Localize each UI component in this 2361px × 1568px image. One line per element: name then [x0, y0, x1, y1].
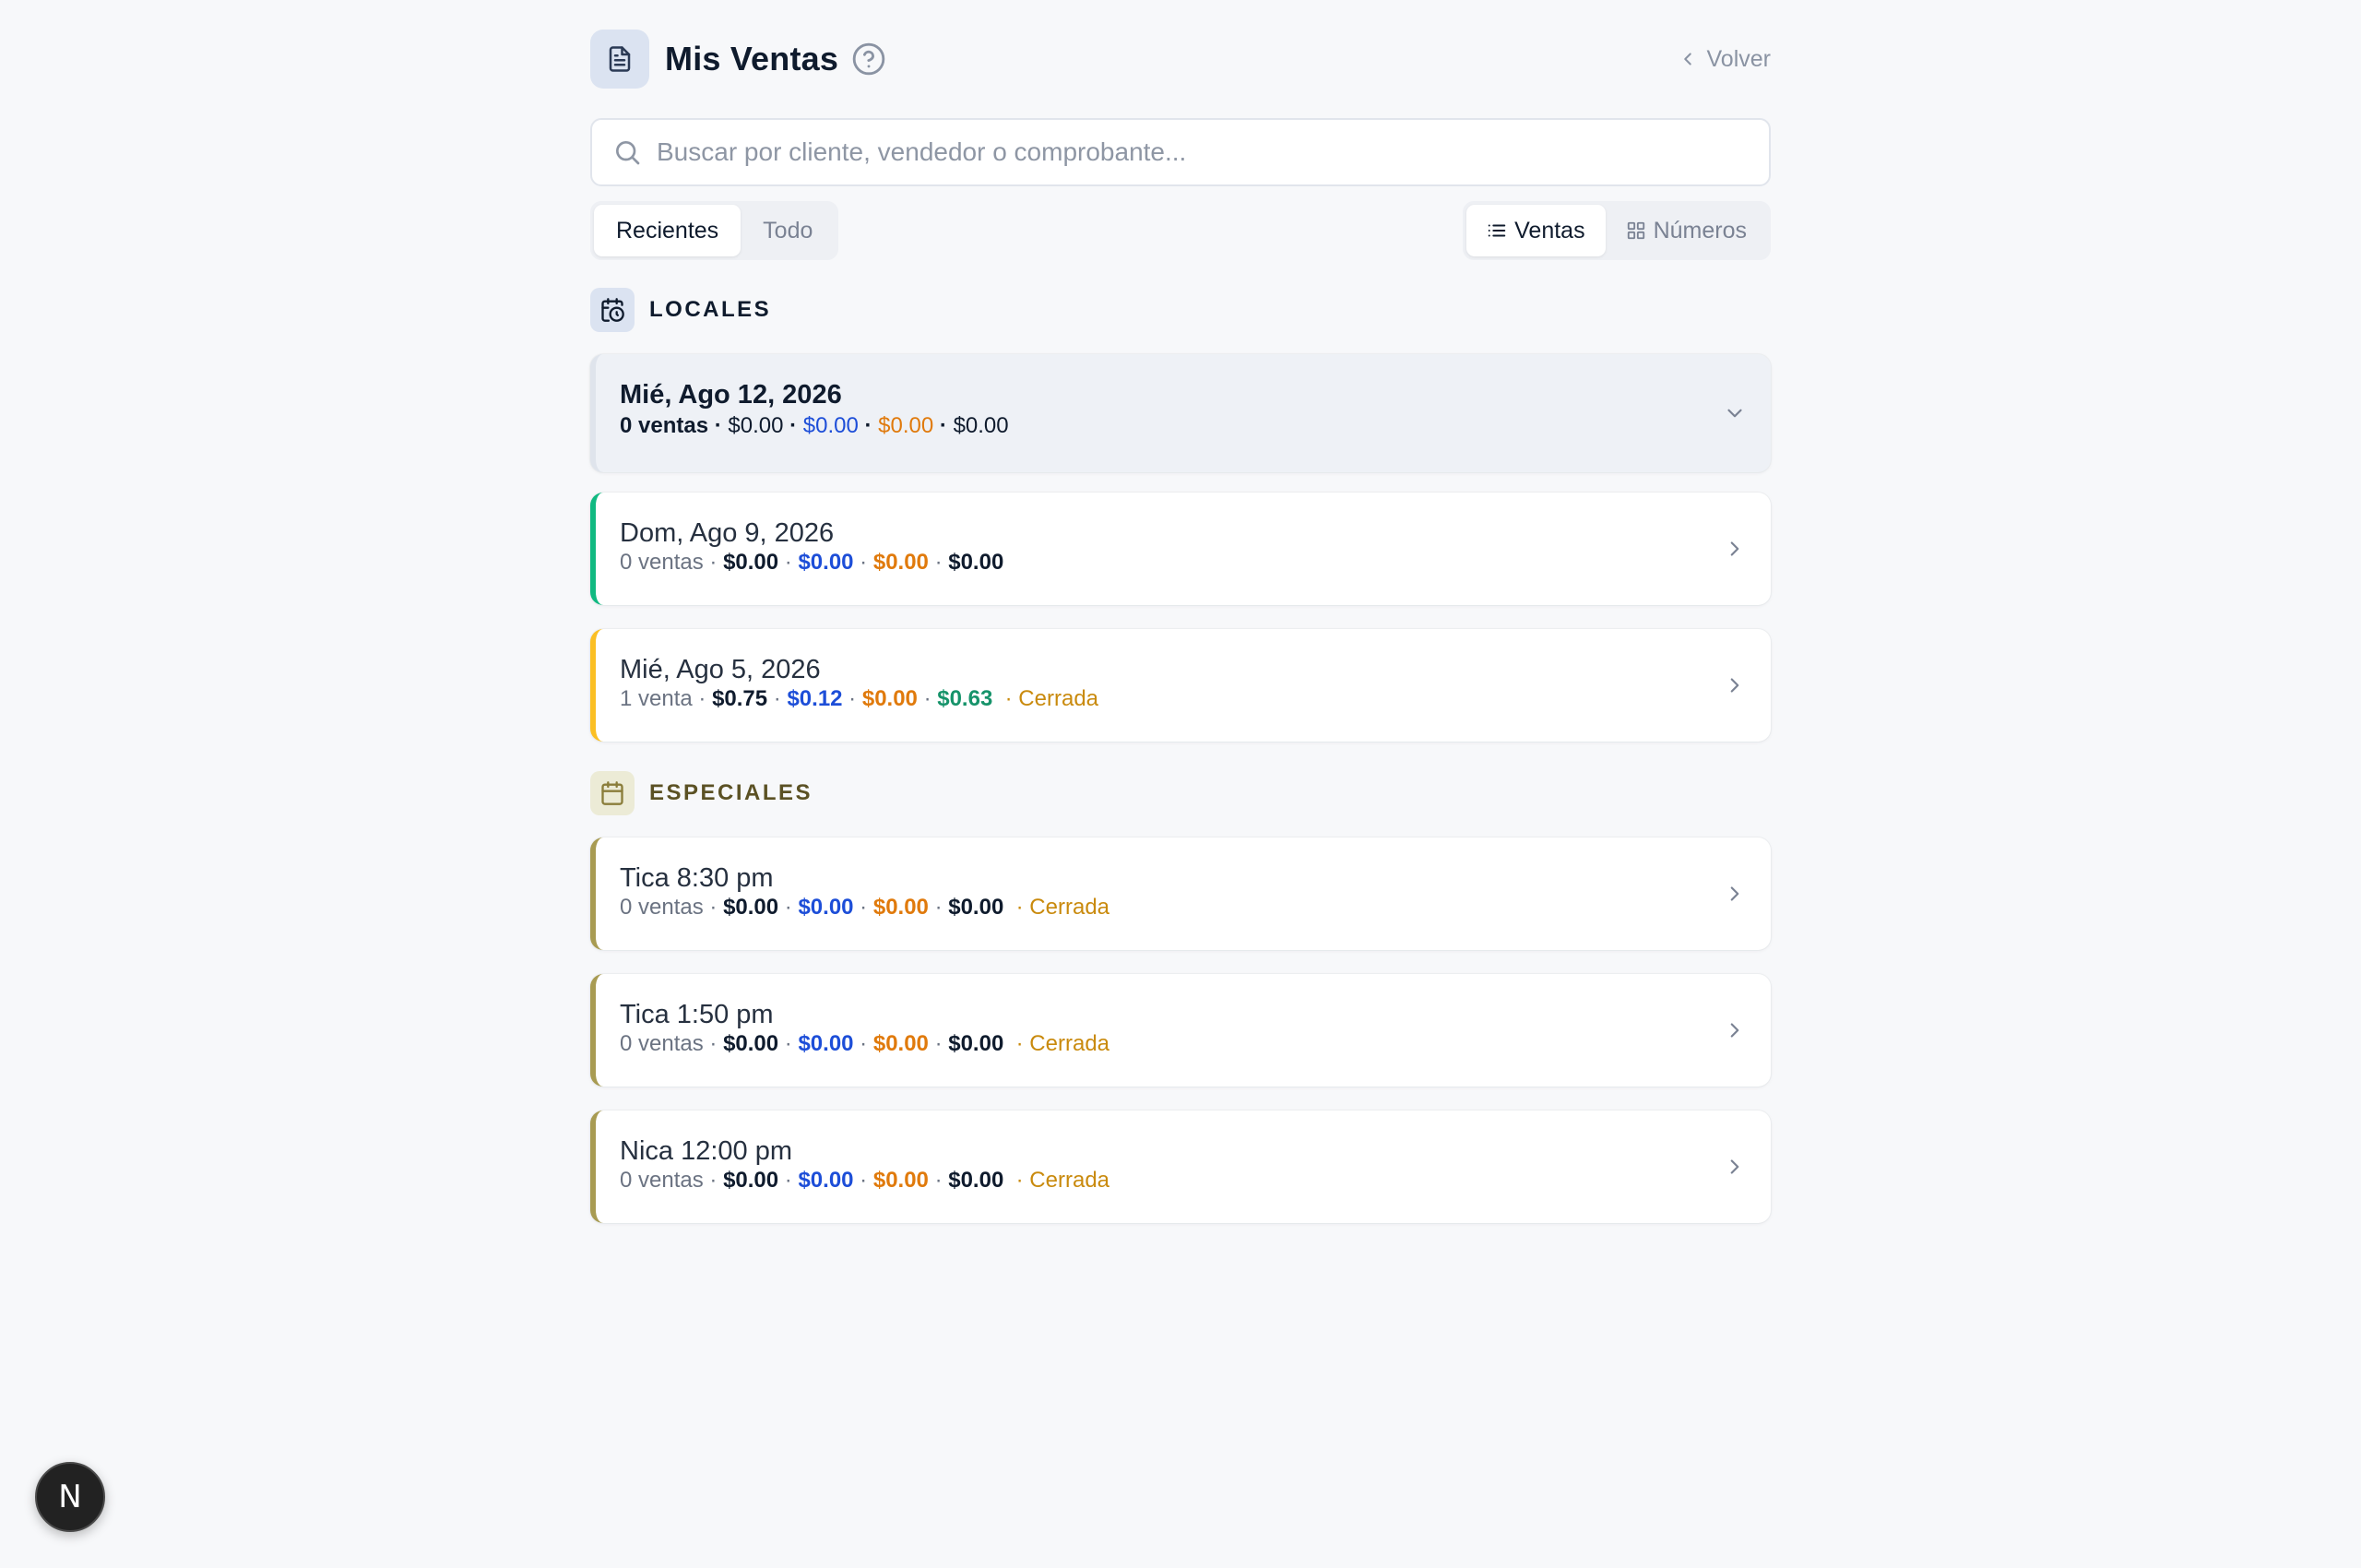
toggle-bar: Recientes Todo Ventas Números: [590, 201, 1771, 260]
card-stats: 0 ventas · $0.00 · $0.00 · $0.00 · $0.00: [620, 550, 1004, 575]
calendar-icon: [590, 771, 635, 815]
orange-amount: $0.00: [872, 1168, 929, 1193]
main-container: Mis Ventas Volver Recientes Todo: [590, 30, 1771, 1223]
orange-amount: $0.00: [878, 413, 934, 438]
sale-count: 1 venta: [620, 686, 693, 711]
status-badge: · Cerrada: [1015, 1031, 1110, 1056]
card-title: Dom, Ago 9, 2026: [620, 518, 835, 548]
search-input[interactable]: [655, 137, 1769, 168]
section-label: ESPECIALES: [649, 780, 813, 805]
period-toggle: Recientes Todo: [590, 201, 839, 260]
tab-recientes[interactable]: Recientes: [594, 205, 742, 256]
card-stats: 0 ventas · $0.00 · $0.00 · $0.00 · $0.00…: [620, 895, 1110, 920]
orange-amount: $0.00: [872, 1031, 929, 1056]
special-draw-card[interactable]: Tica 1:50 pm 0 ventas · $0.00 · $0.00 · …: [590, 974, 1771, 1087]
net-amount: $0.00: [948, 1031, 1004, 1056]
chevron-right-icon[interactable]: [1723, 1155, 1747, 1179]
section-locales-header: LOCALES: [590, 288, 1771, 332]
card-stats: 0 ventas · $0.00 · $0.00 · $0.00 · $0.00…: [620, 1168, 1110, 1193]
net-amount: $0.00: [948, 895, 1004, 920]
total-amount: $0.00: [723, 1031, 779, 1056]
sale-count: 0 ventas: [620, 550, 704, 575]
document-icon: [590, 30, 649, 89]
card-title: Tica 8:30 pm: [620, 863, 774, 893]
blue-amount: $0.00: [798, 1031, 854, 1056]
card-stats: 1 venta · $0.75 · $0.12 · $0.00 · $0.63 …: [620, 686, 1099, 711]
view-numeros-label: Números: [1653, 217, 1747, 244]
card-title: Mié, Ago 5, 2026: [620, 655, 821, 684]
orange-amount: $0.00: [872, 895, 929, 920]
blue-amount: $0.00: [798, 550, 854, 575]
sale-count: 0 ventas: [620, 1031, 704, 1056]
view-toggle: Ventas Números: [1463, 201, 1771, 260]
blue-amount: $0.00: [802, 413, 859, 438]
calendar-clock-icon: [590, 288, 635, 332]
total-amount: $0.00: [723, 1168, 779, 1193]
search-bar: [590, 118, 1771, 186]
status-badge: · Cerrada: [1015, 895, 1110, 920]
view-ventas-label: Ventas: [1514, 217, 1585, 244]
search-icon: [612, 137, 642, 167]
chevron-down-icon[interactable]: [1723, 401, 1747, 425]
blue-amount: $0.00: [798, 1168, 854, 1193]
view-ventas-button[interactable]: Ventas: [1466, 205, 1606, 256]
sale-count: 0 ventas: [620, 1168, 704, 1193]
card-title: Mié, Ago 12, 2026: [620, 380, 842, 410]
card-title: Tica 1:50 pm: [620, 1000, 774, 1029]
list-icon: [1487, 220, 1507, 241]
grid-icon: [1626, 220, 1646, 241]
chevron-right-icon[interactable]: [1723, 882, 1747, 906]
orange-amount: $0.00: [872, 550, 929, 575]
total-amount: $0.75: [712, 686, 768, 711]
card-stats: 0 ventas · $0.00 · $0.00 · $0.00 · $0.00…: [620, 1031, 1110, 1056]
blue-amount: $0.00: [798, 895, 854, 920]
special-draw-card[interactable]: Tica 8:30 pm 0 ventas · $0.00 · $0.00 · …: [590, 837, 1771, 950]
total-amount: $0.00: [723, 550, 779, 575]
orange-amount: $0.00: [861, 686, 918, 711]
card-title: Nica 12:00 pm: [620, 1136, 792, 1166]
total-amount: $0.00: [728, 413, 784, 438]
card-stats: 0 ventas · $0.00 · $0.00 · $0.00 · $0.00: [620, 413, 1009, 438]
sale-day-card[interactable]: Dom, Ago 9, 2026 0 ventas · $0.00 · $0.0…: [590, 493, 1771, 605]
blue-amount: $0.12: [787, 686, 843, 711]
sale-day-card[interactable]: Mié, Ago 12, 2026 0 ventas · $0.00 · $0.…: [590, 354, 1771, 472]
sale-count: 0 ventas: [620, 413, 709, 438]
nextjs-dev-badge[interactable]: N: [35, 1462, 105, 1532]
status-badge: · Cerrada: [1015, 1168, 1110, 1193]
view-numeros-button[interactable]: Números: [1606, 205, 1767, 256]
section-label: LOCALES: [649, 297, 772, 322]
sale-count: 0 ventas: [620, 895, 704, 920]
tab-todo[interactable]: Todo: [741, 205, 835, 256]
total-amount: $0.00: [723, 895, 779, 920]
net-amount: $0.63: [937, 686, 993, 711]
status-badge: · Cerrada: [1004, 686, 1099, 711]
chevron-right-icon[interactable]: [1723, 1018, 1747, 1042]
net-amount: $0.00: [953, 413, 1009, 438]
back-label: Volver: [1706, 45, 1771, 72]
back-button[interactable]: Volver: [1678, 30, 1771, 89]
net-amount: $0.00: [948, 1168, 1004, 1193]
section-especiales-header: ESPECIALES: [590, 771, 1771, 815]
help-icon[interactable]: [851, 42, 886, 77]
page-title: Mis Ventas: [665, 40, 839, 77]
net-amount: $0.00: [948, 550, 1004, 575]
special-draw-card[interactable]: Nica 12:00 pm 0 ventas · $0.00 · $0.00 ·…: [590, 1111, 1771, 1223]
sale-day-card[interactable]: Mié, Ago 5, 2026 1 venta · $0.75 · $0.12…: [590, 629, 1771, 742]
page-header: Mis Ventas Volver: [590, 30, 1771, 89]
chevron-right-icon[interactable]: [1723, 537, 1747, 561]
chevron-left-icon: [1678, 49, 1698, 69]
chevron-right-icon[interactable]: [1723, 673, 1747, 697]
